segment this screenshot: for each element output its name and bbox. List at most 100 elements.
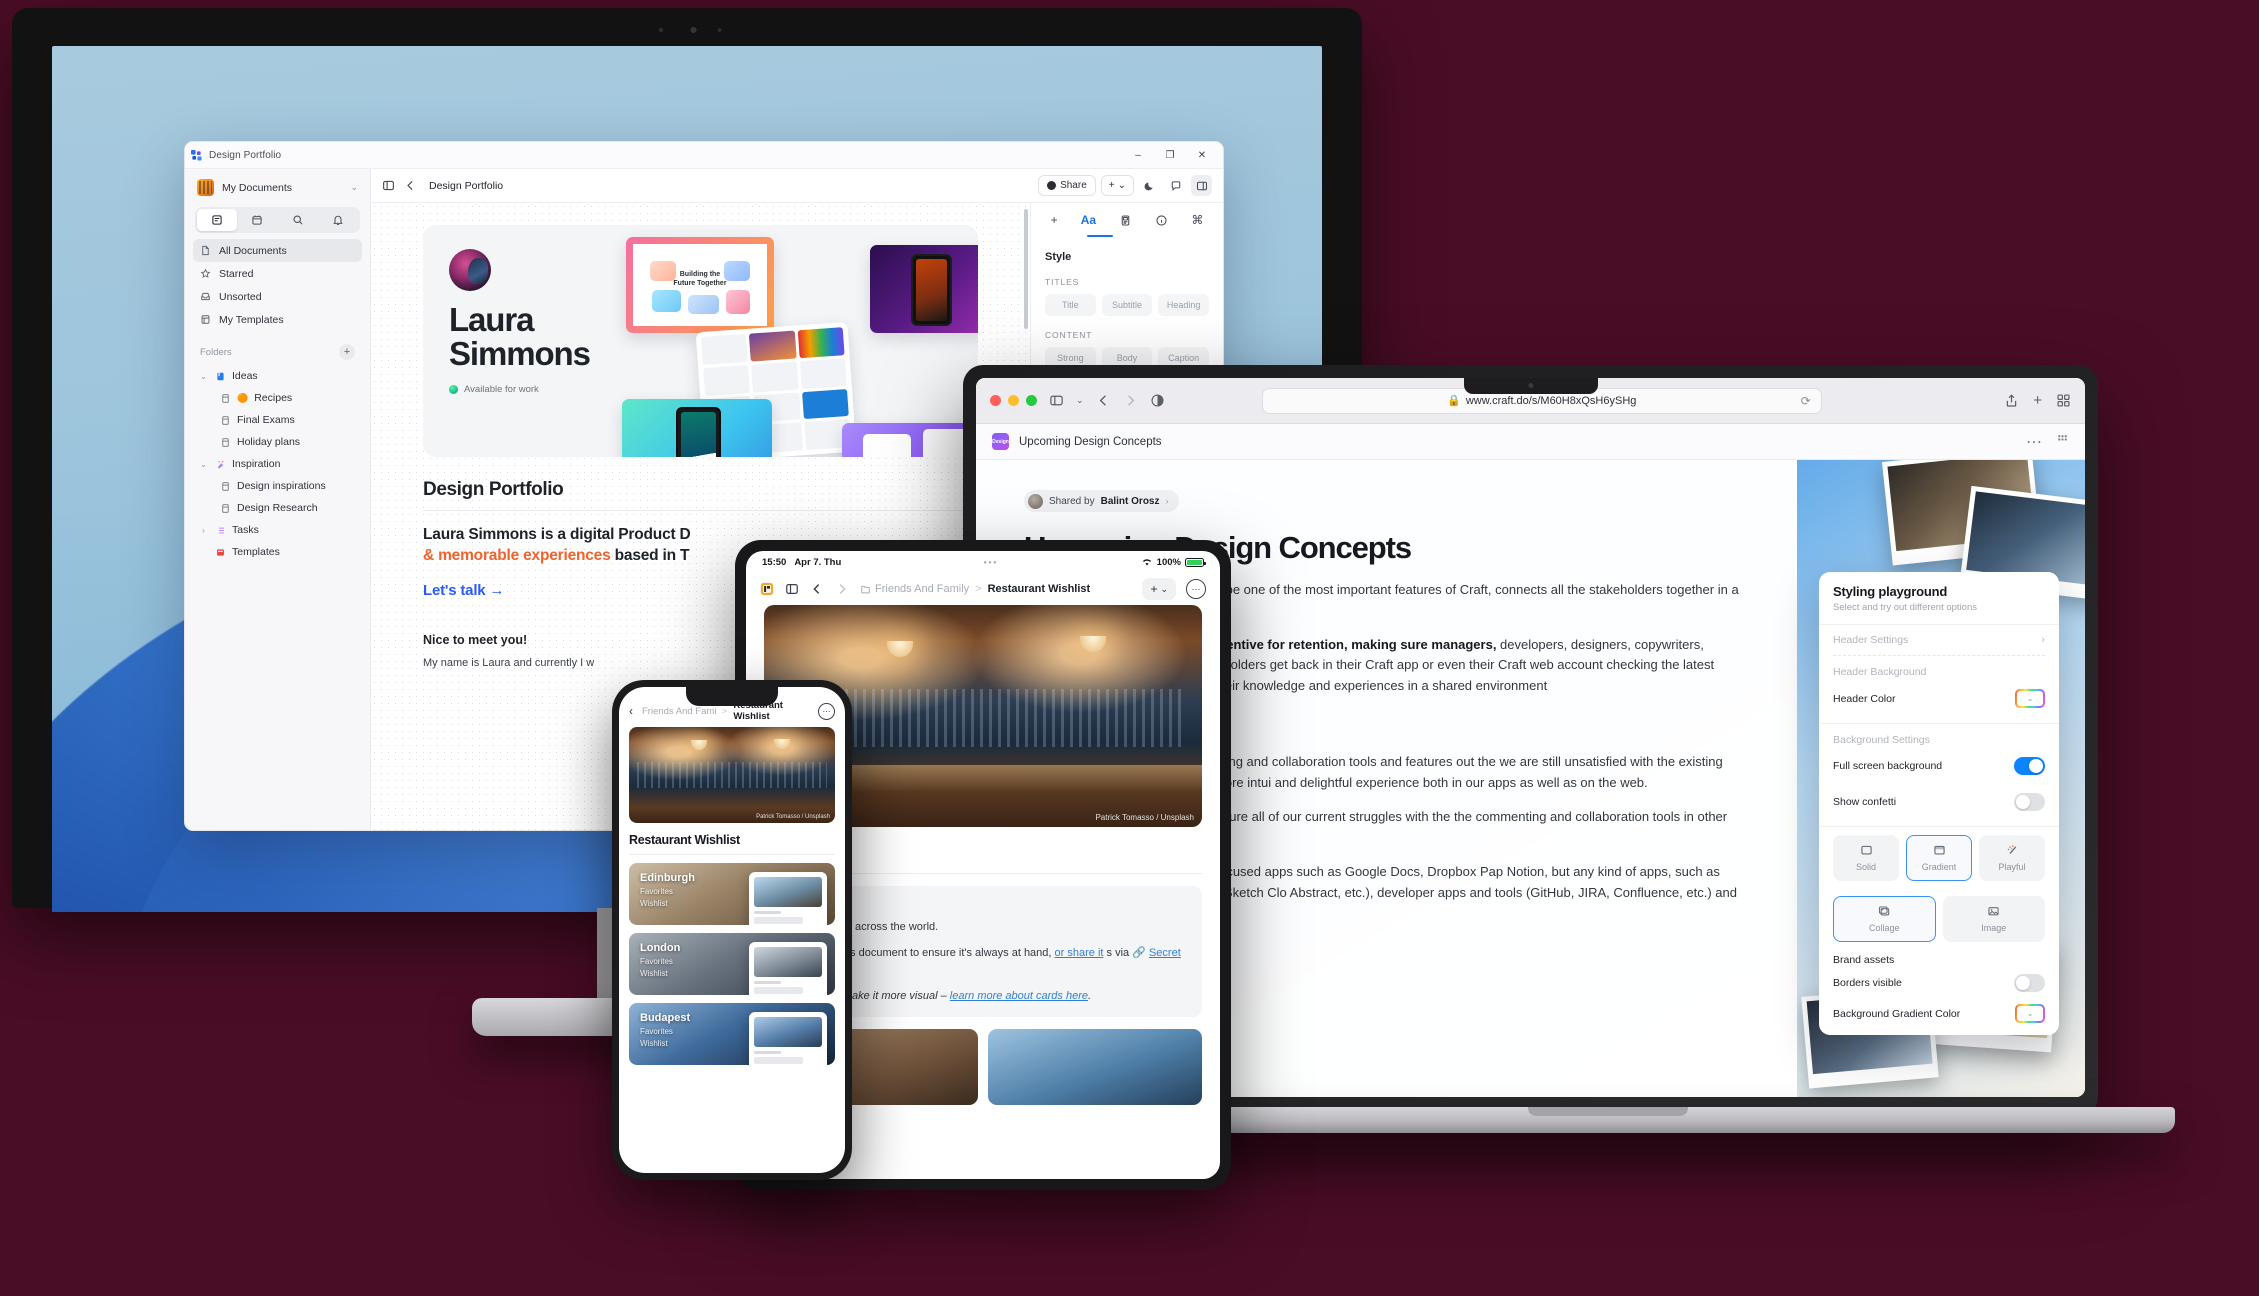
iphone-document[interactable]: Patrick Tomasso / Unsplash Restaurant Wi…: [619, 721, 845, 1173]
twisty-icon[interactable]: ⌄: [199, 372, 208, 381]
header-settings-row[interactable]: Header Settings ›: [1819, 625, 2059, 655]
folder-row-design-inspirations[interactable]: Design inspirations: [193, 475, 362, 497]
zoom-window-button[interactable]: [1026, 395, 1037, 406]
show-sidebar-button[interactable]: [1049, 393, 1064, 408]
share-button[interactable]: Share: [1038, 175, 1096, 196]
style-tile-collage[interactable]: Collage: [1833, 896, 1936, 942]
background-gradient-color-row[interactable]: Background Gradient Color ⌄: [1819, 998, 2059, 1035]
breadcrumb-folder[interactable]: Friends And Fami: [639, 706, 716, 717]
lamp-decoration: [1079, 636, 1106, 653]
twisty-icon[interactable]: ⌄: [199, 460, 208, 469]
style-tile-image[interactable]: Image: [1942, 896, 2045, 942]
tab-insert[interactable]: +: [1051, 213, 1058, 227]
folder-row-tasks[interactable]: › Tasks: [193, 519, 362, 541]
chip-subtitle[interactable]: Subtitle: [1101, 294, 1153, 316]
back-button[interactable]: [810, 582, 824, 596]
city-card-london[interactable]: London Favorites Wishlist: [629, 933, 835, 995]
plus-icon: +: [1150, 582, 1158, 596]
back-button[interactable]: [404, 179, 417, 192]
full-screen-background-toggle[interactable]: [2014, 757, 2045, 775]
cards-help-link[interactable]: learn more about cards here: [950, 990, 1088, 1002]
header-color-swatch[interactable]: ⌄: [2015, 689, 2045, 708]
new-tab-button[interactable]: +: [2033, 392, 2042, 409]
background-gradient-swatch[interactable]: ⌄: [2015, 1004, 2045, 1023]
back-button[interactable]: [1096, 393, 1111, 408]
playground-subtitle: Select and try out different options: [1833, 602, 1977, 613]
segment-search[interactable]: [278, 209, 318, 231]
sidebar-item-starred[interactable]: Starred: [193, 262, 362, 285]
style-tile-solid[interactable]: Solid: [1833, 835, 1899, 881]
folder-row-final-exams[interactable]: Final Exams: [193, 409, 362, 431]
more-button[interactable]: ⋯: [1186, 579, 1206, 599]
craft-app-icon[interactable]: [760, 582, 774, 596]
breadcrumb-folder-label: Friends And Fami: [642, 705, 716, 717]
toggle-sidebar-button[interactable]: [785, 582, 799, 596]
header-color-row[interactable]: Header Color ⌄: [1819, 680, 2059, 717]
tab-info[interactable]: [1155, 214, 1168, 227]
sidebar: My Documents ⌄ All Documents Starred Uns…: [185, 169, 371, 830]
style-tile-playful[interactable]: Playful: [1979, 835, 2045, 881]
segment-notifications[interactable]: [318, 209, 358, 231]
tab-cards[interactable]: [1119, 214, 1132, 227]
reload-button[interactable]: ⟳: [1801, 394, 1811, 408]
scrollbar[interactable]: [1024, 209, 1028, 329]
folder-row-holiday-plans[interactable]: Holiday plans: [193, 431, 362, 453]
tab-style[interactable]: Aa: [1081, 213, 1096, 227]
more-button[interactable]: ⋯: [818, 702, 835, 720]
more-button[interactable]: ⋯: [2026, 432, 2042, 452]
chip-heading[interactable]: Heading: [1158, 294, 1210, 316]
dark-mode-button[interactable]: [1139, 175, 1160, 196]
folder-row-design-research[interactable]: Design Research: [193, 497, 362, 519]
folder-row-inspiration[interactable]: ⌄ Inspiration: [193, 453, 362, 475]
close-window-button[interactable]: [990, 395, 1001, 406]
toggle-sidebar-button[interactable]: [382, 179, 395, 192]
recipes-emoji-icon: 🟠: [237, 392, 249, 403]
minimize-button[interactable]: –: [1123, 143, 1153, 167]
phone-mockup: [910, 253, 952, 326]
borders-visible-toggle[interactable]: [2014, 974, 2045, 992]
sidebar-item-all-documents[interactable]: All Documents: [193, 239, 362, 262]
sidebar-item-my-templates[interactable]: My Templates: [193, 308, 362, 331]
toggle-inspector-button[interactable]: [1191, 175, 1212, 196]
sidebar-nav: All Documents Starred Unsorted My Templa…: [185, 239, 370, 331]
folder-label: Holiday plans: [237, 436, 301, 448]
add-folder-button[interactable]: +: [339, 344, 355, 360]
sidebar-item-unsorted[interactable]: Unsorted: [193, 285, 362, 308]
add-button[interactable]: + ⌄: [1100, 175, 1134, 196]
card-item[interactable]: [988, 1029, 1202, 1106]
breadcrumb-folder[interactable]: Friends And Family: [860, 583, 969, 595]
chip-group-titles: Title Subtitle Heading: [1045, 294, 1210, 316]
twisty-icon[interactable]: ›: [199, 526, 208, 535]
maximize-button[interactable]: ❐: [1155, 143, 1185, 167]
close-button[interactable]: ✕: [1187, 143, 1217, 167]
account-switcher[interactable]: My Documents ⌄: [185, 169, 370, 205]
show-confetti-row[interactable]: Show confetti: [1819, 784, 2059, 820]
borders-visible-row[interactable]: Borders visible: [1819, 970, 2059, 998]
segment-calendar[interactable]: [237, 209, 277, 231]
share-link[interactable]: or share it: [1055, 947, 1104, 959]
full-screen-background-row[interactable]: Full screen background: [1819, 748, 2059, 784]
tab-shortcuts[interactable]: ⌘: [1191, 213, 1203, 227]
chip-title[interactable]: Title: [1045, 294, 1096, 316]
forward-button[interactable]: [1123, 393, 1138, 408]
show-confetti-toggle[interactable]: [2014, 793, 2045, 811]
apps-icon[interactable]: [2056, 433, 2069, 451]
back-button[interactable]: ‹: [629, 704, 633, 718]
folder-row-ideas[interactable]: ⌄ Ideas: [193, 365, 362, 387]
style-tile-gradient[interactable]: Gradient: [1906, 835, 1972, 881]
add-button[interactable]: + ⌄: [1142, 578, 1176, 600]
sidebar-dropdown-button[interactable]: ⌄: [1076, 395, 1084, 406]
tab-overview-button[interactable]: [2056, 393, 2071, 408]
city-card-budapest[interactable]: Budapest Favorites Wishlist: [629, 1003, 835, 1065]
minimize-window-button[interactable]: [1008, 395, 1019, 406]
folder-row-recipes[interactable]: 🟠 Recipes: [193, 387, 362, 409]
share-button[interactable]: [2004, 393, 2019, 408]
city-card-edinburgh[interactable]: Edinburgh Favorites Wishlist: [629, 863, 835, 925]
brand-assets-row[interactable]: Brand assets: [1819, 942, 2059, 970]
shared-by-badge[interactable]: Shared by Balint Orosz ›: [1024, 490, 1179, 512]
folder-row-templates[interactable]: Templates: [193, 541, 362, 563]
forward-button[interactable]: [835, 582, 849, 596]
privacy-report-button[interactable]: [1150, 393, 1165, 408]
comments-button[interactable]: [1165, 175, 1186, 196]
segment-documents[interactable]: [197, 209, 238, 231]
